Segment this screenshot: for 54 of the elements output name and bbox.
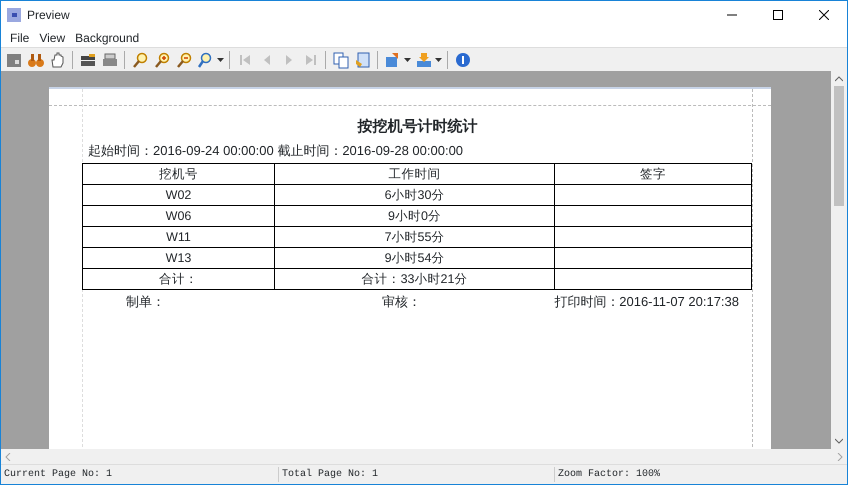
toolbar-button[interactable] [152, 50, 171, 69]
download-icon [414, 50, 432, 68]
report-title: 按挖机号计时统计 [358, 118, 478, 135]
table-cell: W02 [82, 184, 274, 206]
table-cell: 9小时54分 [274, 248, 554, 268]
toolbar-button[interactable] [174, 50, 193, 69]
hand-icon [48, 50, 66, 68]
dropdown-button[interactable] [196, 50, 224, 69]
toolbar-button[interactable] [130, 50, 149, 69]
next-page-icon [286, 54, 292, 64]
table-cell: 6小时30分 [274, 184, 554, 206]
info-icon [454, 50, 472, 68]
toolbar-button[interactable] [331, 50, 350, 69]
caret-icon [404, 58, 410, 62]
signature-label: 制单： [125, 293, 166, 312]
column-header: 挖机号 [82, 164, 274, 184]
dropdown-button[interactable] [414, 50, 442, 69]
document-icon [354, 50, 372, 68]
caret-icon [216, 58, 224, 62]
window-title: Preview [27, 7, 70, 24]
scroll-down-icon[interactable] [835, 438, 843, 444]
status-text: Zoom Factor: 100% [554, 467, 844, 482]
column-header: 工作时间 [274, 164, 554, 184]
column-header: 签字 [554, 164, 752, 184]
table-cell: 7小时55分 [274, 226, 554, 248]
toolbar-button[interactable] [453, 50, 472, 69]
copy-icon [332, 50, 350, 68]
menu-item[interactable]: View [34, 29, 70, 47]
table-cell: 合计： [82, 268, 274, 290]
zoom-out-icon [174, 50, 192, 68]
caret-icon [434, 58, 442, 62]
previous-page-icon [264, 54, 270, 64]
magnifier-icon [130, 50, 148, 68]
printer-icon [100, 50, 118, 68]
menu-item[interactable]: File [5, 29, 34, 47]
scroll-thumb[interactable] [834, 86, 844, 206]
app-icon [7, 8, 21, 22]
close-icon[interactable] [819, 10, 829, 20]
toolbar-button[interactable] [353, 50, 372, 69]
signature-label: 审核： [382, 293, 422, 312]
print-time: 打印时间：2016-11-07 20:17:38 [554, 293, 740, 312]
status-text: Total Page No: 1 [278, 467, 554, 482]
table-cell: W06 [82, 206, 274, 226]
dropdown-button[interactable] [383, 50, 411, 69]
date-range: 起始时间：2016-09-24 00:00:00 截止时间：2016-09-28 00:00:00 [88, 143, 464, 158]
status-text: Current Page No: 1 [3, 468, 114, 482]
table-cell: 9小时0分 [274, 206, 554, 226]
maximize-icon[interactable] [773, 10, 783, 20]
zoom-in-icon [152, 50, 170, 68]
scroll-up-icon[interactable] [835, 76, 843, 82]
table-cell: W13 [82, 248, 274, 268]
table-cell: W11 [82, 226, 274, 248]
table-cell: 合计：33小时21分 [274, 268, 554, 290]
menu-item[interactable]: Background [70, 29, 144, 47]
